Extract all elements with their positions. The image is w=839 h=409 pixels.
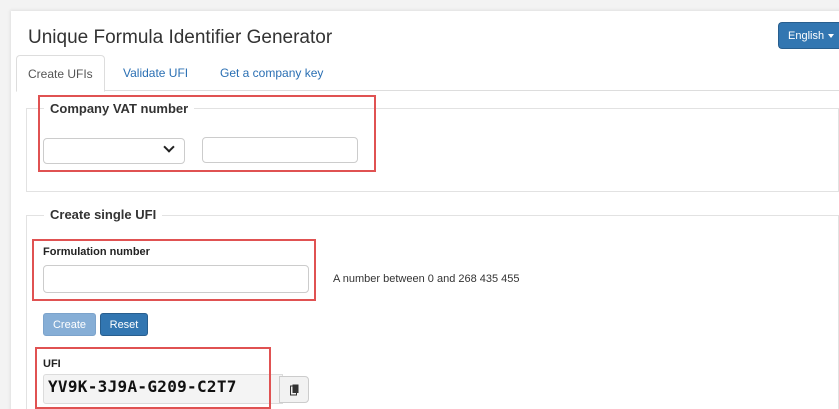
highlight-formulation-number [32, 239, 316, 301]
caret-down-icon [828, 33, 835, 38]
formulation-help-text: A number between 0 and 268 435 455 [333, 273, 520, 285]
page-title: Unique Formula Identifier Generator [28, 27, 333, 48]
highlight-ufi [35, 347, 271, 409]
tab-create-ufis[interactable]: Create UFIs [16, 55, 105, 92]
tab-bar: Create UFIs Validate UFI Get a company k… [16, 55, 839, 92]
clipboard-icon [289, 384, 298, 395]
tab-validate-ufi[interactable]: Validate UFI [112, 55, 199, 91]
language-dropdown-button[interactable]: English [778, 22, 839, 49]
create-single-ufi-legend: Create single UFI [44, 207, 163, 222]
reset-button[interactable]: Reset [100, 313, 148, 336]
copy-ufi-button[interactable] [279, 376, 309, 403]
language-label: English [788, 29, 825, 42]
highlight-company-vat [38, 95, 376, 172]
tab-get-company-key[interactable]: Get a company key [209, 55, 334, 91]
create-button[interactable]: Create [43, 313, 96, 336]
